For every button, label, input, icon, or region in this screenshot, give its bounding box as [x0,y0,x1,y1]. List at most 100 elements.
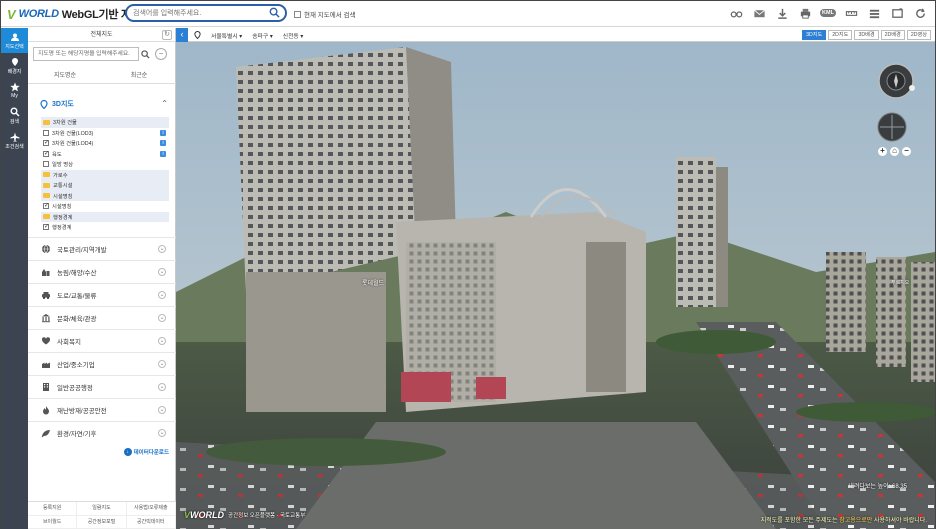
main-search-input[interactable] [133,8,263,19]
layer-checkbox-checked[interactable]: ✓ [43,140,49,147]
zoom-out-button[interactable]: − [902,147,911,156]
logo-world: WORLD [18,8,59,20]
panel-collapse-icon[interactable]: − [155,48,167,60]
map-type-3d[interactable]: 3D지도 [802,30,827,40]
tree-layer[interactable]: ✓ 3차원 건물(LOD4) i [41,138,169,149]
chevron-up-icon[interactable]: ⌃ [161,99,168,108]
chevron-down-icon[interactable]: ⌄ [158,268,166,276]
current-map-checkbox[interactable] [294,10,301,18]
map-type-2d-bg[interactable]: 2D배경 [880,30,905,40]
header: VWORLD WebGL기반 지도 현재 지도에서 검색 KML [1,1,935,27]
chevron-down-icon[interactable]: ⌄ [158,360,166,368]
chevron-down-icon[interactable]: ⌄ [158,245,166,253]
rail-item-background[interactable]: 배경지 [1,53,28,78]
footer-link[interactable]: 등록지원 [28,502,78,516]
category-public-admin[interactable]: 일반공공행정 ⌄ [28,375,176,398]
search-icon[interactable] [269,7,280,18]
category-culture[interactable]: 문화/체육/관광 ⌄ [28,306,176,329]
kml-icon[interactable]: KML [820,6,836,20]
map-3d-view[interactable]: + ⌂ − 롯데월드 푸르지오 내려다보는 높이: 68.35 지적도를 포함한… [176,42,935,529]
map-poi-label[interactable]: 푸르지오 [891,279,909,286]
chevron-down-icon[interactable]: ⌄ [158,291,166,299]
chevron-down-icon[interactable]: ⌄ [158,314,166,322]
map-type-2d-image[interactable]: 2D영상 [906,30,931,40]
rail-item-my[interactable]: My [1,78,28,103]
info-icon[interactable]: i [160,140,166,146]
category-label: 재난방재/공공안전 [57,408,107,415]
tree-folder[interactable]: 가로수 [41,169,169,180]
tree-label: 육도 [52,151,62,158]
chevron-down-icon[interactable]: ⌄ [158,406,166,414]
info-icon[interactable]: i [160,129,166,136]
tree-label: 3차원 건물 [53,120,77,127]
tree-layer[interactable]: 일방 명상 [41,159,169,170]
tree-layer[interactable]: ✓ 육도 i [41,149,169,160]
category-label: 사회복지 [57,339,81,346]
layer-checkbox[interactable] [43,161,49,168]
tab-recent[interactable]: 최근순 [102,68,176,83]
panel-toggle-button[interactable]: ‹ [176,28,188,42]
panel-search-button[interactable] [139,47,151,61]
tree-layer[interactable]: ✓ 행정경계 [41,222,169,233]
tree-layer[interactable]: 3차원 건물(LOD3) i [41,128,169,139]
layer-checkbox[interactable] [43,129,49,136]
copyright-text: 공간정보 오픈플랫폼 · 국토교통부 [228,513,306,519]
footer-link[interactable]: 공간정보포털 [77,515,127,529]
category-disaster[interactable]: 재난방재/공공안전 ⌄ [28,398,176,421]
panel-refresh-icon[interactable]: ↻ [162,30,172,40]
tab-by-name[interactable]: 지도명순 [28,68,102,83]
map-poi-label[interactable]: 롯데월드 [362,278,384,287]
category-agriculture[interactable]: 농림/해양/수산 ⌄ [28,260,176,283]
map-type-3d-bg[interactable]: 3D배경 [854,30,879,40]
chevron-down-icon[interactable]: ⌄ [158,383,166,391]
category-environment[interactable]: 환경/자연/기후 ⌄ [28,421,176,444]
rail-item-condition-search[interactable]: 조건검색 [1,128,28,153]
layer-checkbox-checked[interactable]: ✓ [43,150,49,157]
download-icon[interactable] [775,6,789,20]
breadcrumb-sigungu[interactable]: 송파구 ▾ [252,31,273,40]
category-welfare[interactable]: 사회복지 ⌄ [28,329,176,352]
map-3d-scene [176,42,935,529]
refresh-icon[interactable] [913,6,927,20]
category-land[interactable]: 국토관리/지역개발 ⌄ [28,237,176,260]
layers-icon[interactable] [867,6,881,20]
tilt-control-icon[interactable] [877,112,907,142]
vworld-logo[interactable]: V WORLD WebGL기반 지도 [7,7,141,22]
binoculars-icon[interactable] [729,6,743,20]
category-3d-map[interactable]: 3D지도 ⌃ [28,96,176,112]
chevron-down-icon[interactable]: ⌄ [158,429,166,437]
rail-item-search[interactable]: 검색 [1,103,28,128]
mail-icon[interactable] [752,6,766,20]
breadcrumb-sido[interactable]: 서울특별시 ▾ [211,31,242,40]
print-icon[interactable] [798,6,812,20]
category-industry[interactable]: 산업/중소기업 ⌄ [28,352,176,375]
panel-search-input[interactable]: 지도명 또는 해당지명을 입력해주세요. [33,47,139,61]
tree-folder[interactable]: 교통시설 [41,180,169,191]
footer-link[interactable]: 공간빅데이터 [126,515,176,529]
tree-layer[interactable]: ✓ 시설명칭 [41,201,169,212]
footer-link[interactable]: 브이월드 [28,515,78,529]
footer-link[interactable]: 사용법/오류제출 [126,502,176,516]
compass-icon[interactable] [877,62,915,100]
layer-checkbox-checked[interactable]: ✓ [43,224,49,231]
current-map-search[interactable]: 현재 지도에서 검색 [294,9,355,19]
tree-folder[interactable]: 3차원 건물 [41,117,169,128]
pin-icon [194,31,201,39]
rail-item-map-select[interactable]: 지도선택 [1,28,28,53]
layer-checkbox-checked[interactable]: ✓ [43,203,49,210]
chevron-down-icon[interactable]: ⌄ [158,337,166,345]
home-button[interactable]: ⌂ [890,147,899,156]
footer-link[interactable]: 일람지도 [77,502,127,516]
info-icon[interactable]: i [160,150,166,157]
data-download-link[interactable]: ↓ 데이터다운로드 [123,448,169,456]
tree-folder[interactable]: 시설명칭 [41,190,169,201]
map-disclaimer: 지적도를 포함한 모든 주제도는 참고용으로만 사용하셔야 바랍니다. [761,515,927,524]
ruler-icon[interactable] [844,6,858,20]
category-label: 도로/교통/물류 [57,293,97,300]
fullscreen-icon[interactable] [890,6,904,20]
category-transport[interactable]: 도로/교통/물류 ⌄ [28,283,176,306]
breadcrumb-dong[interactable]: 신천동 ▾ [283,31,304,40]
tree-folder[interactable]: 행정경계 [41,211,169,222]
map-type-2d[interactable]: 2D지도 [828,30,853,40]
zoom-in-button[interactable]: + [878,147,887,156]
